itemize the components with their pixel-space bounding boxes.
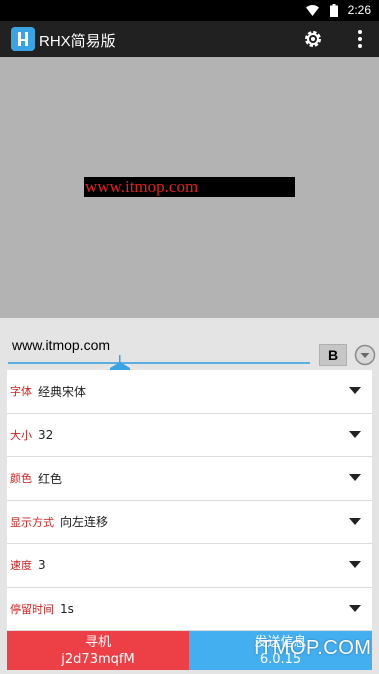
setting-value: 1s	[60, 601, 74, 616]
setting-color[interactable]: 颜色 红色	[7, 457, 372, 501]
marquee-preview-text: www.itmop.com	[84, 177, 295, 197]
setting-value: 向左连移	[60, 515, 109, 530]
chevron-down-circle-icon[interactable]	[354, 344, 376, 366]
setting-label: 速度	[10, 559, 32, 573]
setting-size[interactable]: 大小 32	[7, 414, 372, 457]
message-input[interactable]	[8, 330, 310, 360]
led-preview-area: www.itmop.com	[0, 57, 379, 318]
dropdown-arrow-icon	[349, 561, 361, 568]
input-underline	[8, 362, 310, 364]
setting-font[interactable]: 字体 经典宋体	[7, 370, 372, 414]
dropdown-arrow-icon	[349, 387, 361, 394]
setting-value: 红色	[38, 471, 63, 486]
bold-button[interactable]: B	[319, 344, 347, 366]
status-time: 2:26	[347, 3, 371, 17]
dropdown-arrow-icon	[349, 430, 361, 438]
control-panel: B 字体 经典宋体 大小 32 颜色 红色 显示方式 向左连移 速度 3	[0, 318, 379, 674]
dropdown-arrow-icon	[349, 474, 361, 481]
app-logo-icon	[11, 27, 35, 51]
gear-icon[interactable]	[303, 29, 323, 49]
setting-value: 32	[38, 427, 54, 442]
app-bar: RHX简易版	[0, 21, 379, 57]
setting-speed[interactable]: 速度 3	[7, 544, 372, 588]
status-bar: 2:26	[0, 0, 379, 21]
app-title: RHX简易版	[39, 33, 116, 50]
settings-list: 字体 经典宋体 大小 32 颜色 红色 显示方式 向左连移 速度 3 停留时间 …	[7, 370, 372, 631]
setting-label: 字体	[10, 385, 32, 399]
setting-label: 大小	[10, 428, 32, 442]
dropdown-arrow-icon	[349, 517, 361, 525]
find-button-subtitle: j2d73mqfM	[61, 652, 135, 667]
setting-label: 停留时间	[10, 602, 54, 616]
setting-display-mode[interactable]: 显示方式 向左连移	[7, 501, 372, 544]
setting-label: 颜色	[10, 472, 32, 486]
wifi-icon	[306, 5, 319, 16]
setting-value: 经典宋体	[38, 384, 87, 399]
setting-dwell-time[interactable]: 停留时间 1s	[7, 588, 372, 631]
setting-label: 显示方式	[10, 515, 54, 529]
find-button-title: 寻机	[84, 635, 111, 650]
find-device-button[interactable]: 寻机 j2d73mqfM	[7, 631, 189, 670]
more-vert-icon[interactable]	[357, 29, 363, 49]
watermark: ITMOP.COM	[254, 637, 372, 659]
battery-icon	[330, 4, 338, 17]
dropdown-arrow-icon	[349, 604, 361, 612]
setting-value: 3	[38, 558, 46, 573]
